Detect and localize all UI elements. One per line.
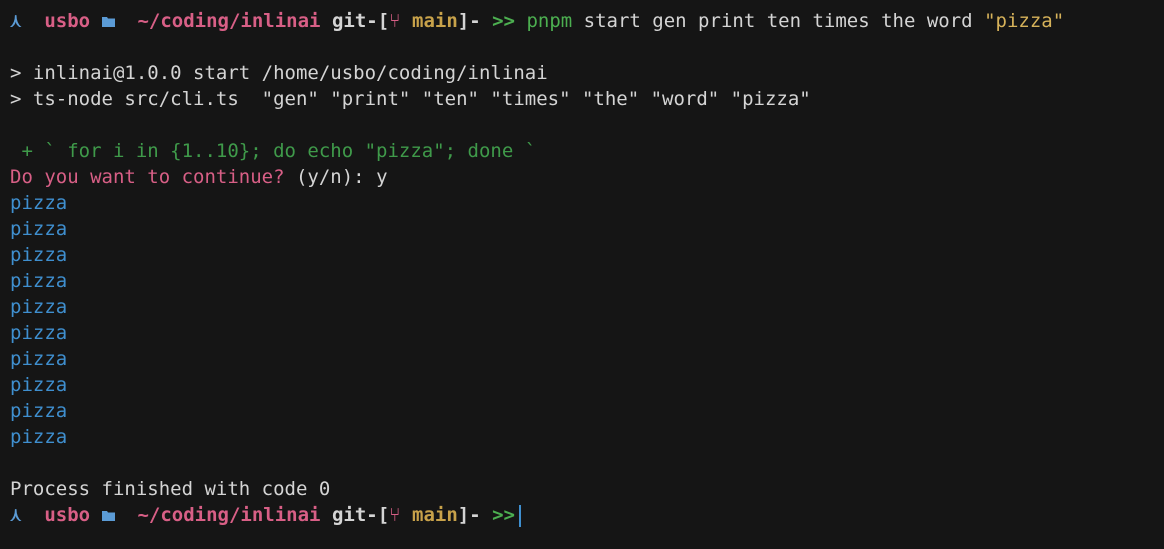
script-output-line: > ts-node src/cli.ts "gen" "print" "ten"… xyxy=(10,88,811,110)
output-line: pizza xyxy=(10,296,68,318)
command-quoted-arg: "pizza" xyxy=(984,10,1065,32)
prompt-git-prefix: git-[ xyxy=(331,10,390,32)
command-program: pnpm xyxy=(526,10,573,32)
confirm-options: (y/n): xyxy=(295,166,377,188)
output-line: pizza xyxy=(10,374,68,396)
folder-icon xyxy=(101,17,115,27)
folder-icon xyxy=(101,511,115,521)
output-line: pizza xyxy=(10,322,68,344)
confirm-question: Do you want to continue? xyxy=(10,166,296,188)
confirm-answer: y xyxy=(376,166,388,188)
output-line: pizza xyxy=(10,270,68,292)
output-line: pizza xyxy=(10,192,68,214)
generated-command-suggestion: + ` for i in {1..10}; do echo "pizza"; d… xyxy=(10,140,537,162)
process-finished-message: Process finished with code 0 xyxy=(10,478,331,500)
prompt-symbol: >> xyxy=(492,504,515,526)
output-line: pizza xyxy=(10,426,68,448)
terminal-window[interactable]: ⋏ usbo ~/coding/inlinai git-[⑂ main]- >>… xyxy=(0,0,1164,549)
prompt-git-prefix: git-[ xyxy=(331,504,390,526)
prompt-git-suffix: ]- xyxy=(457,10,481,32)
command-line: ⋏ usbo ~/coding/inlinai git-[⑂ main]- >>… xyxy=(0,8,1164,34)
command-args: start gen print ten times the word xyxy=(583,10,973,32)
confirm-prompt: Do you want to continue? (y/n): y xyxy=(0,164,1164,190)
output-line: pizza xyxy=(10,218,68,240)
prompt-symbol: >> xyxy=(492,10,515,32)
current-prompt-line[interactable]: ⋏ usbo ~/coding/inlinai git-[⑂ main]- >> xyxy=(0,502,1164,528)
prompt-arrow-icon: ⋏ xyxy=(10,504,22,526)
text-cursor[interactable] xyxy=(519,504,521,527)
prompt-user: usbo xyxy=(44,504,91,526)
output-line: pizza xyxy=(10,348,68,370)
prompt-branch: main xyxy=(412,504,458,526)
prompt-git-suffix: ]- xyxy=(457,504,481,526)
output-line: pizza xyxy=(10,400,68,422)
prompt-user: usbo xyxy=(44,10,91,32)
git-branch-icon: ⑂ xyxy=(389,10,401,32)
output-line: pizza xyxy=(10,244,68,266)
script-output-line: > inlinai@1.0.0 start /home/usbo/coding/… xyxy=(10,62,548,84)
prompt-branch: main xyxy=(412,10,458,32)
prompt-arrow-icon: ⋏ xyxy=(10,10,22,32)
prompt-path: ~/coding/inlinai xyxy=(137,504,321,526)
git-branch-icon: ⑂ xyxy=(389,504,401,526)
prompt-path: ~/coding/inlinai xyxy=(137,10,321,32)
